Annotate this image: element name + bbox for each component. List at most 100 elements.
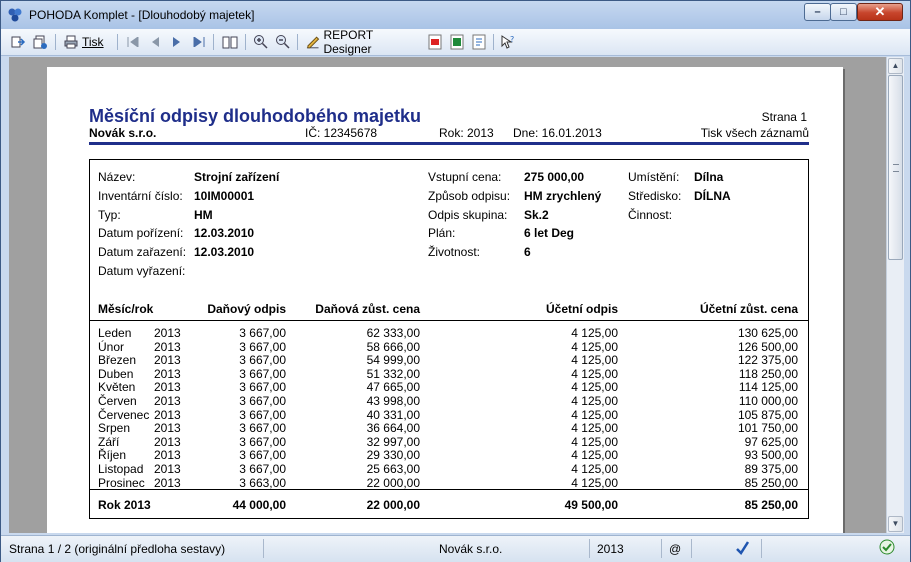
row-tax-residual: 51 332,00 [366,366,420,381]
row-accounting-depreciation: 4 125,00 [571,326,618,340]
report-designer-icon [306,36,320,49]
row-tax-residual: 47 665,00 [366,380,420,395]
status-separator [589,539,590,558]
pdf-icon[interactable] [427,33,443,51]
depreciation-method-value: HM zrychlený [524,189,602,203]
book-icon[interactable] [221,33,239,51]
row-month: Duben [98,366,134,381]
row-month: Červenec [98,407,150,422]
row-accounting-depreciation: 4 125,00 [571,353,618,368]
report-designer-button[interactable]: REPORT Designer [305,28,421,56]
toolbar-separator [493,34,494,50]
acquisition-date-label: Datum pořízení: [98,226,184,240]
scroll-down-icon[interactable]: ▼ [888,516,903,532]
row-accounting-residual: 110 000,00 [738,394,798,408]
name-value: Strojní zařízení [194,170,280,184]
status-separator [661,539,662,558]
depreciation-method-label: Způsob odpisu: [428,189,511,203]
report-preview-area[interactable]: Měsíční odpisy dlouhodobého majetku Stra… [9,57,886,533]
toolbar-separator [213,34,214,50]
toolbar-separator [245,34,246,50]
row-tax-residual: 54 999,00 [366,353,420,368]
export-icon[interactable] [9,33,27,51]
scroll-up-icon[interactable]: ▲ [888,58,903,74]
row-accounting-residual: 105 875,00 [737,407,798,422]
row-month: Listopad [98,462,144,476]
row-accounting-residual: 85 250,00 [744,475,798,490]
center-value: DÍLNA [694,189,731,203]
print-button[interactable]: Tisk [63,33,111,51]
first-page-icon[interactable] [125,33,141,51]
excel-icon[interactable] [449,33,465,51]
row-tax-depreciation: 3 667,00 [239,448,286,463]
table-total-rule [90,489,808,490]
row-tax-depreciation: 3 667,00 [239,326,286,340]
inclusion-date-value: 12.03.2010 [194,245,255,259]
minimize-button[interactable]: – [804,3,831,21]
toolbar-separator [55,34,56,50]
row-month: Leden [98,326,132,340]
scroll-grip-icon [893,164,899,172]
page-number: Strana 1 [761,110,807,124]
row-month: Srpen [98,421,131,436]
header-rule [89,142,809,145]
row-month: Červen [98,394,137,408]
svg-text:?: ? [510,35,514,44]
prev-page-icon[interactable] [147,33,163,51]
app-logo-icon [7,7,23,23]
status-separator [691,539,692,558]
name-label: Název: [98,170,136,184]
row-tax-residual: 58 666,00 [366,339,420,354]
row-tax-residual: 62 333,00 [366,326,420,340]
row-accounting-residual: 130 625,00 [737,326,798,340]
title-bar: POHODA Komplet - [Dlouhodobý majetek] – … [1,1,910,29]
row-tax-residual: 25 663,00 [366,462,420,476]
input-price-label: Vstupní cena: [428,170,502,184]
row-tax-depreciation: 3 667,00 [239,353,286,368]
zoom-in-icon[interactable] [252,33,270,51]
total-label: Rok 2013 [98,498,151,512]
print-icon [64,35,78,49]
last-page-icon[interactable] [191,33,207,51]
status-company: Novák s.r.o. [439,542,503,556]
help-pointer-icon[interactable]: ? [499,33,517,51]
app-window: POHODA Komplet - [Dlouhodobý majetek] – … [0,0,911,562]
row-accounting-depreciation: 4 125,00 [571,462,618,476]
maximize-button[interactable]: □ [830,3,857,21]
row-tax-depreciation: 3 667,00 [239,434,286,449]
attachment-icon[interactable] [471,33,487,51]
inventory-number-label: Inventární číslo: [98,189,183,203]
window-title: POHODA Komplet - [Dlouhodobý majetek] [29,8,255,22]
zoom-out-icon[interactable] [274,33,292,51]
row-tax-residual: 29 330,00 [366,448,420,463]
table-header-rule [90,320,808,321]
plan-label: Plán: [428,226,456,240]
type-label: Typ: [98,208,121,222]
activity-label: Činnost: [628,208,673,222]
row-month: Únor [98,339,125,354]
asset-card: Název: Strojní zařízení Inventární číslo… [89,159,809,519]
input-price-value: 275 000,00 [524,170,585,184]
row-month: Září [98,434,120,449]
next-page-icon[interactable] [169,33,185,51]
row-tax-depreciation: 3 667,00 [239,421,286,436]
row-tax-depreciation: 3 667,00 [239,339,286,354]
close-button[interactable]: ✕ [857,3,903,21]
row-accounting-depreciation: 4 125,00 [571,421,618,436]
row-tax-residual: 36 664,00 [366,421,420,436]
row-tax-residual: 32 997,00 [366,434,420,449]
column-header-tax-residual: Daňová zůst. cena [315,302,420,316]
toolbar-separator [297,34,298,50]
print-label: Tisk [82,35,104,49]
row-accounting-residual: 101 750,00 [737,421,798,436]
row-tax-depreciation: 3 667,00 [239,366,286,381]
row-accounting-depreciation: 4 125,00 [571,475,618,490]
export-multi-icon[interactable] [31,33,49,51]
total-accounting-residual: 85 250,00 [744,498,798,512]
vertical-scrollbar[interactable]: ▲ ▼ [886,57,904,533]
scroll-thumb[interactable] [888,75,903,260]
disposal-date-label: Datum vyřazení: [98,264,186,278]
row-accounting-depreciation: 4 125,00 [571,407,618,422]
report-page: Měsíční odpisy dlouhodobého majetku Stra… [47,67,843,533]
column-header-month: Měsíc/rok [98,302,154,316]
